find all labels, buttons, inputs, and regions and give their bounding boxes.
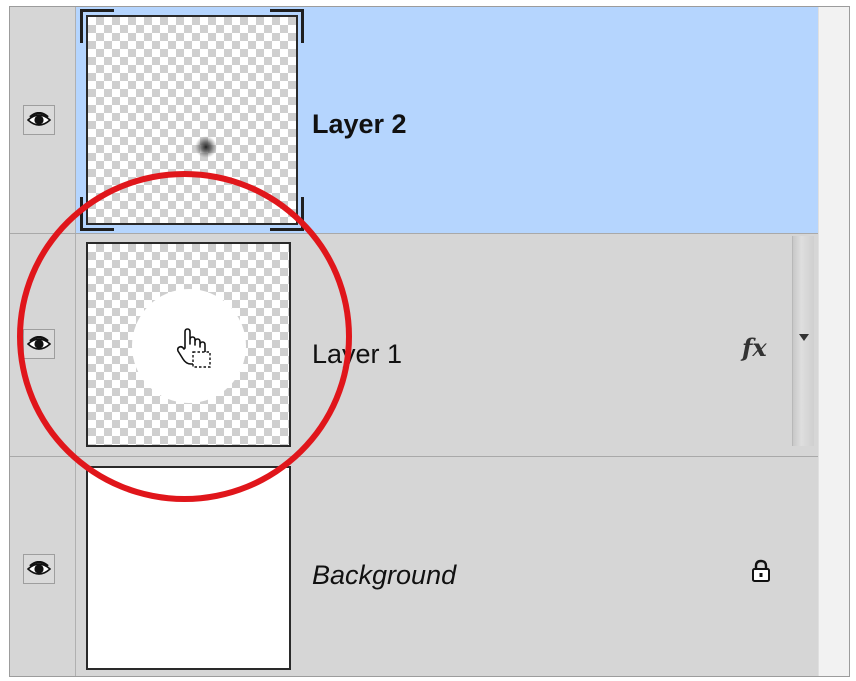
effects-expand-button[interactable]	[792, 236, 814, 446]
visibility-column	[10, 234, 76, 456]
layer-thumbnail[interactable]	[80, 9, 304, 231]
visibility-toggle[interactable]	[23, 105, 55, 135]
layer-thumbnail[interactable]	[86, 242, 291, 447]
eye-icon	[27, 336, 51, 350]
layer-name[interactable]: Background	[312, 560, 456, 591]
visibility-toggle[interactable]	[23, 554, 55, 584]
soft-dot-mark	[195, 136, 217, 158]
hand-cursor-icon	[176, 328, 211, 368]
eye-icon	[27, 561, 51, 575]
panel-right-gutter	[818, 7, 849, 676]
layer-thumbnail[interactable]	[86, 466, 291, 670]
layers-panel-frame: Layer 2 Layer 1 fx Background	[9, 6, 850, 677]
visibility-column	[10, 457, 76, 676]
layer-name[interactable]: Layer 2	[312, 109, 407, 140]
triangle-down-icon	[799, 334, 809, 341]
layers-panel: Layer 2 Layer 1 fx Background	[10, 7, 820, 676]
eye-icon	[27, 112, 51, 126]
layer-name[interactable]: Layer 1	[312, 339, 402, 370]
visibility-toggle[interactable]	[23, 329, 55, 359]
lock-icon	[750, 559, 772, 588]
layer-row-background[interactable]: Background	[10, 457, 820, 676]
visibility-column	[10, 7, 76, 233]
fx-icon[interactable]: fx	[742, 333, 767, 362]
layer-row-layer-1[interactable]: Layer 1 fx	[10, 234, 820, 457]
layer-row-layer-2[interactable]: Layer 2	[10, 7, 820, 234]
